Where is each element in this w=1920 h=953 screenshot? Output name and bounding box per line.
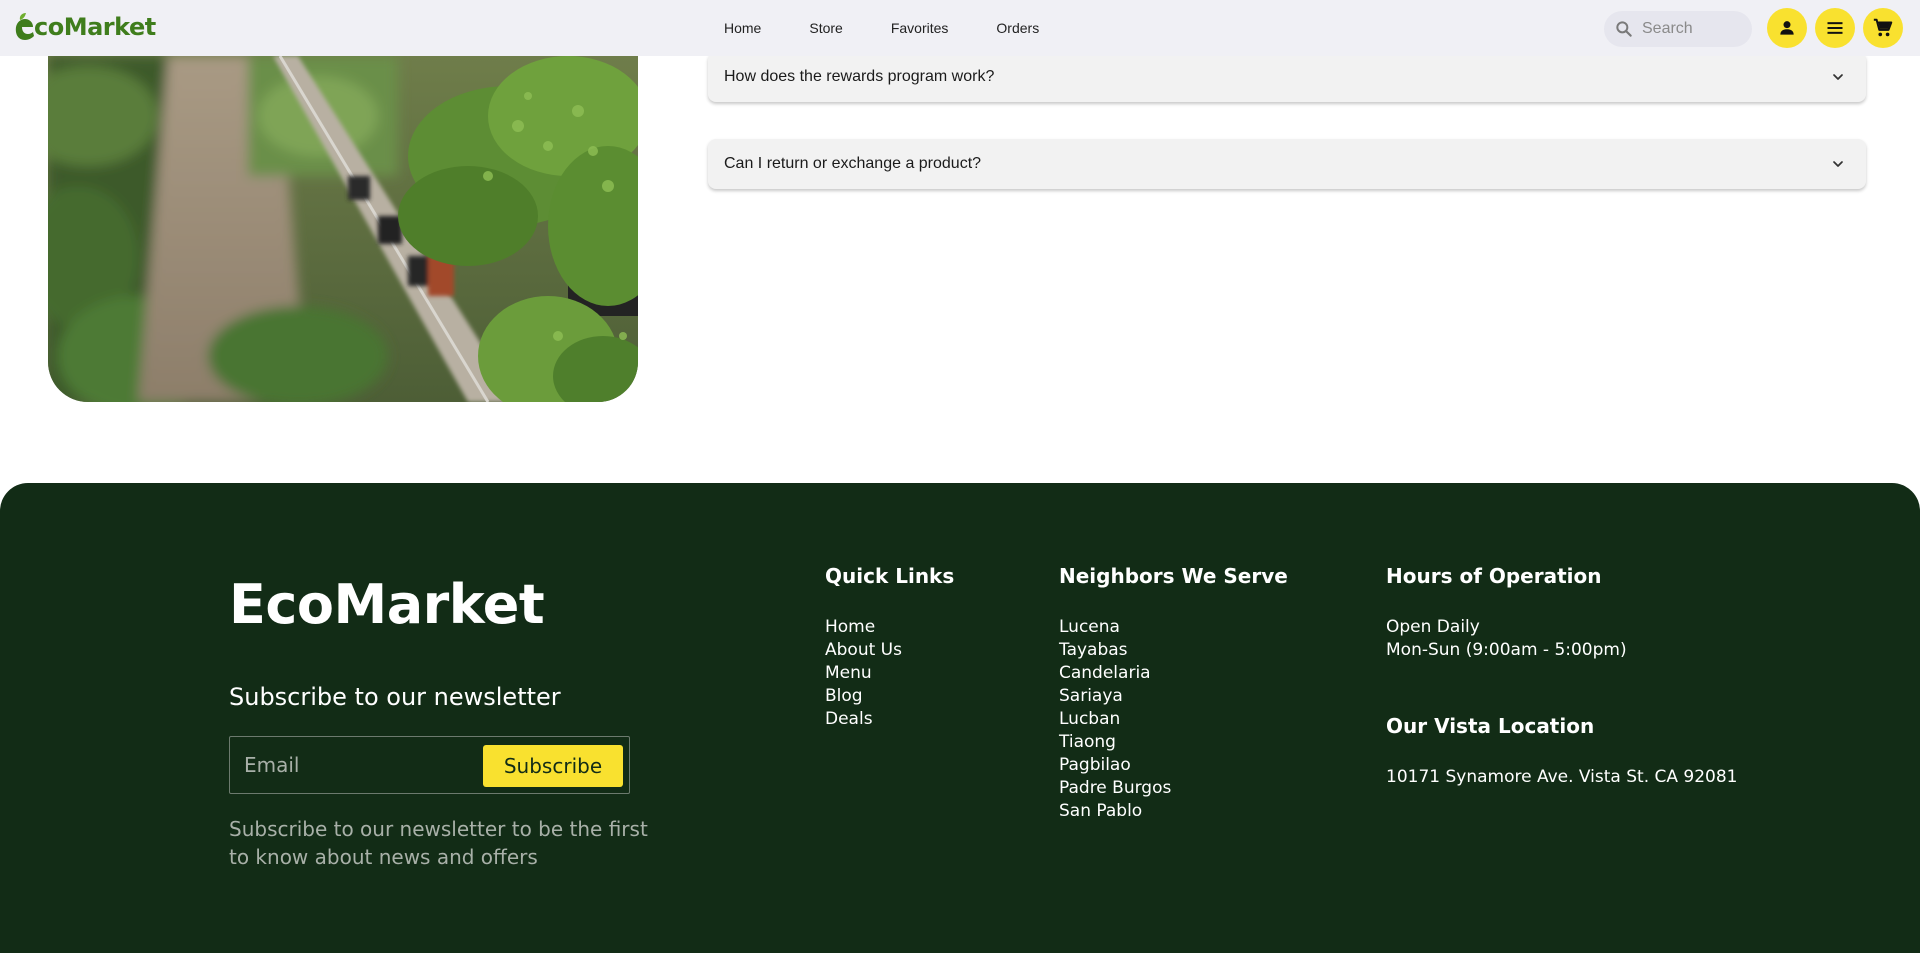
footer-link-menu[interactable]: Menu (825, 663, 872, 683)
hours-line-1: Open Daily (1386, 617, 1480, 637)
list-item: Tayabas (1059, 640, 1128, 660)
neighbors-list: Lucena Tayabas Candelaria Sariaya Lucban… (1059, 616, 1171, 823)
list-item: San Pablo (1059, 801, 1143, 821)
search-icon (1616, 21, 1632, 37)
location-address: 10171 Synamore Ave. Vista St. CA 92081 (1386, 767, 1738, 787)
menu-button[interactable] (1815, 8, 1855, 48)
footer-link-home[interactable]: Home (825, 617, 875, 637)
main-nav: Home Store Favorites Orders (700, 0, 1063, 56)
list-item: Pagbilao (1059, 755, 1131, 775)
top-header: coMarket Home Store Favorites Orders (0, 0, 1920, 56)
list-item: Tiaong (1059, 732, 1116, 752)
list-item: Lucban (1059, 709, 1121, 729)
list-item: Candelaria (1059, 663, 1151, 683)
logo[interactable]: coMarket (14, 10, 156, 44)
account-icon (1780, 21, 1794, 35)
cart-button[interactable] (1863, 8, 1903, 48)
subscribe-button[interactable]: Subscribe (483, 745, 623, 787)
neighbors-title: Neighbors We Serve (1059, 564, 1288, 588)
search-input[interactable] (1642, 20, 1742, 38)
site-footer: EcoMarket Subscribe to our newsletter Su… (0, 483, 1920, 953)
quick-links-list: Home About Us Menu Blog Deals (825, 616, 902, 731)
footer-link-blog[interactable]: Blog (825, 686, 863, 706)
leaf-logo-icon (15, 13, 34, 40)
search-box[interactable] (1604, 11, 1752, 47)
list-item: Padre Burgos (1059, 778, 1172, 798)
nav-orders[interactable]: Orders (972, 0, 1063, 56)
hours-title: Hours of Operation (1386, 564, 1602, 588)
newsletter-form: Subscribe (229, 736, 630, 794)
footer-link-about[interactable]: About Us (825, 640, 902, 660)
footer-brand: EcoMarket (229, 573, 545, 636)
faq-item-returns[interactable]: Can I return or exchange a product? (708, 139, 1866, 189)
location-title: Our Vista Location (1386, 714, 1595, 738)
list-item: Lucena (1059, 617, 1120, 637)
faq-question: Can I return or exchange a product? (724, 155, 982, 172)
list-item: Home (825, 616, 902, 639)
faq-question: How does the rewards program work? (724, 68, 995, 85)
chevron-down-icon[interactable] (1826, 65, 1850, 89)
email-field[interactable] (244, 751, 464, 779)
nav-home[interactable]: Home (700, 0, 785, 56)
footer-link-deals[interactable]: Deals (825, 709, 873, 729)
list-item: Blog (825, 685, 902, 708)
faq-item-rewards[interactable]: How does the rewards program work? (708, 52, 1866, 102)
list-item: Menu (825, 662, 902, 685)
greenhouse-image (48, 56, 638, 402)
list-item: About Us (825, 639, 902, 662)
nav-store[interactable]: Store (785, 0, 866, 56)
cart-icon (1873, 18, 1893, 37)
list-item: Deals (825, 708, 902, 731)
greenhouse-illustration (48, 56, 638, 402)
menu-icon (1827, 22, 1843, 34)
account-button[interactable] (1767, 8, 1807, 48)
newsletter-note: Subscribe to our newsletter to be the fi… (229, 817, 648, 869)
quick-links-title: Quick Links (825, 564, 955, 588)
list-item: Sariaya (1059, 686, 1123, 706)
nav-favorites[interactable]: Favorites (867, 0, 973, 56)
logo-text: coMarket (34, 13, 156, 41)
hours-line-2: Mon-Sun (9:00am - 5:00pm) (1386, 640, 1627, 660)
chevron-down-icon[interactable] (1826, 152, 1850, 176)
newsletter-title: Subscribe to our newsletter (229, 683, 561, 711)
